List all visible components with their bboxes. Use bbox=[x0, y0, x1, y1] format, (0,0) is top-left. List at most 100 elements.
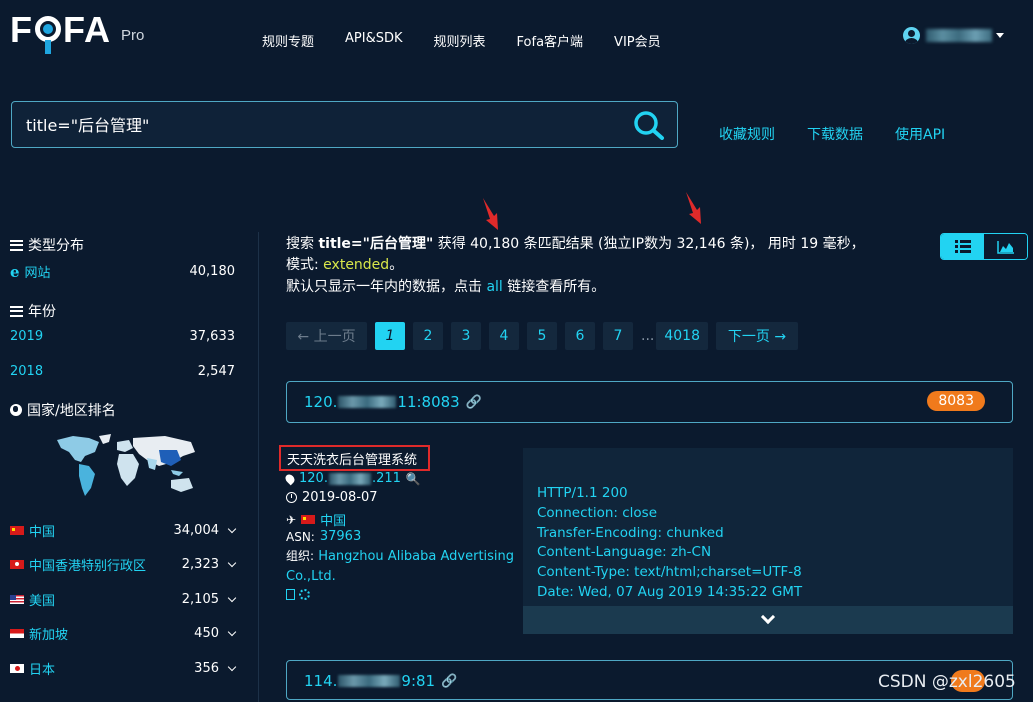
logo-text: F FA bbox=[10, 10, 111, 54]
user-avatar-icon bbox=[903, 27, 920, 44]
fofa-logo[interactable]: F FA Pro bbox=[10, 6, 144, 54]
org-link[interactable]: Hangzhou Alibaba Advertising Co.,Ltd. bbox=[286, 549, 514, 584]
nav-item-rule-list[interactable]: 规则列表 bbox=[434, 31, 486, 50]
map-pin-icon bbox=[283, 472, 297, 485]
clock-icon bbox=[286, 492, 297, 503]
watermark: CSDN @zxl2605 bbox=[878, 672, 1016, 692]
caret-down-icon bbox=[996, 33, 1004, 38]
http-header-panel: HTTP/1.1 200 Connection: close Transfer-… bbox=[523, 448, 1013, 634]
page-button-2[interactable]: 2 bbox=[413, 322, 443, 350]
link-icon: 🔗 bbox=[465, 394, 482, 410]
search-box bbox=[11, 101, 678, 148]
flag-usa-icon bbox=[10, 595, 24, 604]
port-badge[interactable]: 8083 bbox=[927, 391, 985, 411]
page-button-last[interactable]: 4018 bbox=[656, 322, 708, 350]
http-header-lines: HTTP/1.1 200 Connection: close Transfer-… bbox=[537, 485, 803, 600]
flag-china-icon bbox=[301, 515, 316, 524]
flag-china-icon bbox=[10, 526, 24, 535]
page-button-3[interactable]: 3 bbox=[451, 322, 481, 350]
next-page-button[interactable]: 下一页 → bbox=[716, 322, 798, 350]
chevron-down-icon[interactable] bbox=[227, 593, 237, 603]
result-tools bbox=[286, 589, 310, 600]
user-menu[interactable] bbox=[903, 27, 1004, 44]
redacted-ip bbox=[338, 675, 401, 687]
country-item-japan[interactable]: 日本 356 bbox=[10, 659, 237, 678]
nav-item-api-sdk[interactable]: API&SDK bbox=[345, 31, 403, 50]
result-asn: ASN: 37963 bbox=[286, 529, 362, 544]
nav-item-client[interactable]: Fofa客户端 bbox=[517, 31, 584, 50]
page-button-1[interactable]: 1 bbox=[375, 322, 405, 350]
nav-item-vip[interactable]: VIP会员 bbox=[614, 31, 661, 50]
logo-magnifier-icon bbox=[33, 10, 63, 54]
search-actions: 收藏规则 下载数据 使用API bbox=[719, 124, 977, 144]
world-map bbox=[57, 434, 195, 496]
flag-hongkong-icon bbox=[10, 560, 24, 569]
nav-item-topics[interactable]: 规则专题 bbox=[262, 31, 314, 50]
search-input[interactable] bbox=[26, 114, 626, 133]
country-item-usa[interactable]: 美国 2,105 bbox=[10, 590, 237, 609]
page-button-4[interactable]: 4 bbox=[489, 322, 519, 350]
view-toggle bbox=[940, 233, 1028, 260]
document-icon[interactable] bbox=[286, 589, 295, 600]
prev-page-button[interactable]: ← 上一页 bbox=[286, 322, 367, 350]
main-nav: 规则专题 API&SDK 规则列表 Fofa客户端 VIP会员 bbox=[262, 31, 692, 50]
chevron-down-icon[interactable] bbox=[227, 627, 237, 637]
use-api-link[interactable]: 使用API bbox=[895, 124, 945, 144]
search-mode: extended bbox=[323, 257, 390, 273]
result-org: 组织: Hangzhou Alibaba Advertising Co.,Ltd… bbox=[286, 549, 515, 584]
result-host-link[interactable]: 120. 11:8083 🔗 bbox=[304, 393, 482, 411]
flag-japan-icon bbox=[10, 664, 24, 673]
page-ellipsis: ... bbox=[641, 328, 655, 344]
country-item-singapore[interactable]: 新加坡 450 bbox=[10, 624, 237, 643]
result-title: 天天洗衣后台管理系统 bbox=[279, 445, 430, 471]
time-range-note: 默认只显示一年内的数据，点击 all 链接查看所有。 bbox=[286, 279, 606, 295]
annotation-arrow-icon bbox=[483, 198, 498, 230]
pagination: ← 上一页 1 2 3 4 5 6 7 ... 4018 下一页 → bbox=[286, 322, 806, 350]
ie-icon: e bbox=[10, 262, 20, 281]
username-redacted bbox=[926, 29, 992, 42]
year-item-2019[interactable]: 2019 37,633 bbox=[10, 329, 235, 344]
globe-icon bbox=[10, 404, 22, 416]
list-view-button[interactable] bbox=[941, 234, 984, 259]
plane-icon: ✈ bbox=[286, 512, 297, 527]
country-item-china[interactable]: 中国 34,004 bbox=[10, 521, 237, 540]
search-icon[interactable]: 🔍 bbox=[406, 472, 421, 486]
list-icon bbox=[10, 239, 23, 251]
country-ranking-heading: 国家/地区排名 bbox=[10, 400, 116, 420]
flag-singapore-icon bbox=[10, 629, 24, 638]
page-button-7[interactable]: 7 bbox=[603, 322, 633, 350]
download-data-link[interactable]: 下载数据 bbox=[807, 124, 863, 144]
type-distribution-heading: 类型分布 bbox=[10, 235, 84, 255]
year-heading: 年份 bbox=[10, 301, 56, 321]
link-icon: 🔗 bbox=[441, 673, 458, 689]
result-country: ✈ 中国 bbox=[286, 510, 346, 530]
search-button[interactable] bbox=[633, 110, 665, 140]
chevron-down-icon[interactable] bbox=[227, 558, 237, 568]
result-host-bar[interactable]: 120. 11:8083 🔗 8083 bbox=[286, 381, 1013, 423]
page-button-5[interactable]: 5 bbox=[527, 322, 557, 350]
redacted-ip bbox=[338, 396, 397, 408]
all-data-link[interactable]: all bbox=[486, 279, 502, 295]
result-ip-link[interactable]: 120. bbox=[299, 471, 328, 486]
result-host-link[interactable]: 114. 9:81 🔗 bbox=[304, 672, 457, 690]
redacted-ip bbox=[328, 472, 371, 485]
result-country-link[interactable]: 中国 bbox=[320, 510, 346, 529]
cog-icon[interactable] bbox=[299, 589, 310, 600]
country-item-hongkong[interactable]: 中国香港特别行政区 2,323 bbox=[10, 555, 237, 574]
chevron-down-icon bbox=[760, 609, 776, 625]
asn-link[interactable]: 37963 bbox=[320, 529, 361, 544]
result-ip: 120. .211 🔍 bbox=[283, 471, 421, 486]
type-item-website[interactable]: e 网站 40,180 bbox=[10, 262, 235, 282]
page-button-6[interactable]: 6 bbox=[565, 322, 595, 350]
year-item-2018[interactable]: 2018 2,547 bbox=[10, 364, 235, 379]
list-icon bbox=[10, 305, 23, 317]
sidebar-divider bbox=[258, 232, 259, 702]
chart-view-button[interactable] bbox=[984, 234, 1027, 259]
search-icon bbox=[634, 111, 664, 140]
result-summary: 搜索 title="后台管理" 获得 40,180 条匹配结果 (独立IP数为 … bbox=[286, 236, 865, 273]
annotation-arrow-icon bbox=[686, 192, 701, 224]
chevron-down-icon[interactable] bbox=[227, 524, 237, 534]
expand-http-button[interactable] bbox=[523, 606, 1013, 634]
save-rule-link[interactable]: 收藏规则 bbox=[719, 124, 775, 144]
chevron-down-icon[interactable] bbox=[227, 662, 237, 672]
